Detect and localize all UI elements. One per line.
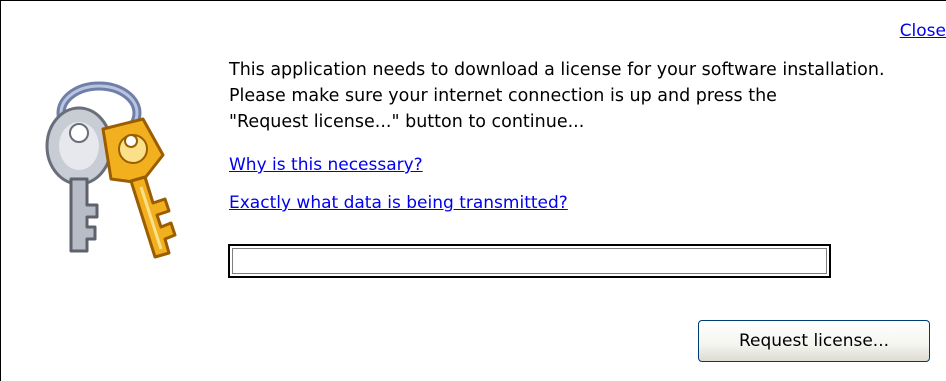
why-necessary-link[interactable]: Why is this necessary? [229,155,423,175]
keys-icon [45,81,177,259]
progress-bar [228,244,831,278]
progress-track [232,248,827,274]
close-link[interactable]: Close [900,21,946,41]
request-license-button[interactable]: Request license... [698,320,930,362]
transmitted-data-link[interactable]: Exactly what data is being transmitted? [229,193,568,213]
license-dialog: Close This application needs to download… [0,0,946,381]
license-message: This application needs to download a lic… [229,60,885,132]
